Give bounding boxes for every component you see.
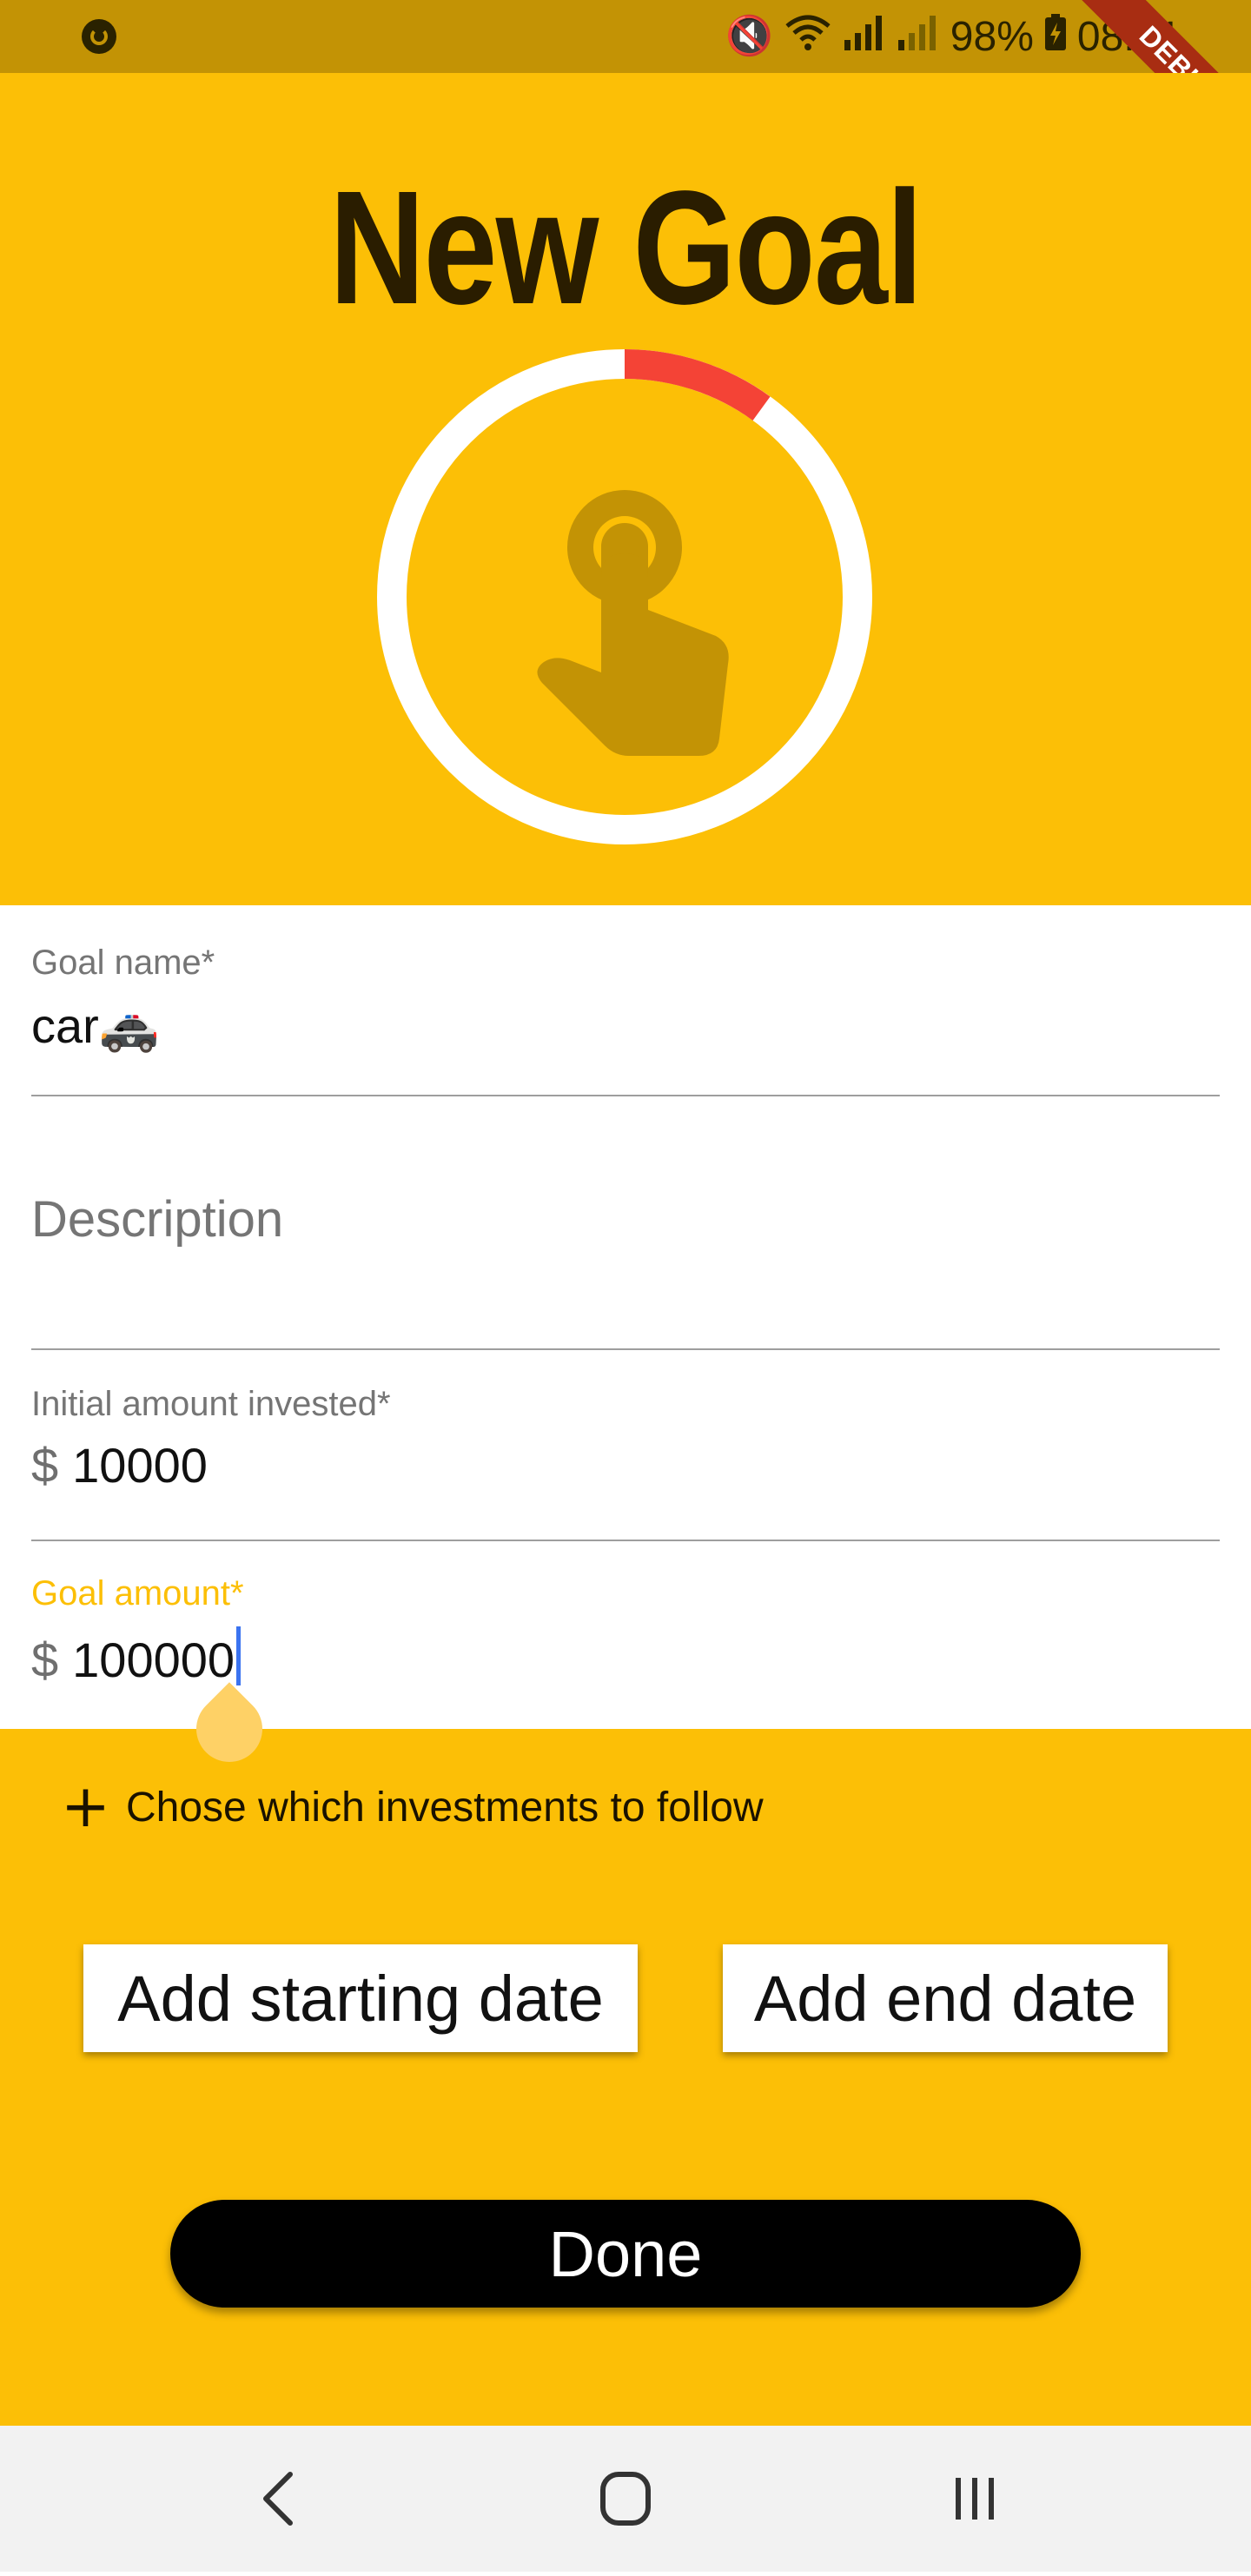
done-button[interactable]: Done (170, 2200, 1081, 2308)
progress-ring (377, 349, 872, 844)
back-chevron-icon[interactable] (207, 2426, 346, 2572)
add-investments-label: Chose which investments to follow (125, 1784, 764, 1831)
add-investments-button[interactable]: + Chose which investments to follow (61, 1778, 764, 1837)
goal-amount-value: 100000 (72, 1632, 235, 1687)
goal-name-label: Goal name* (31, 944, 215, 982)
mute-icon: 🔇 (725, 15, 773, 57)
battery-charging-icon (1044, 14, 1067, 59)
battery-percent: 98% (950, 13, 1034, 60)
goal-name-input[interactable]: car🚓 (31, 997, 160, 1055)
goal-header: New Goal (0, 73, 1251, 905)
initial-amount-value: 10000 (72, 1438, 208, 1493)
initial-amount-input[interactable]: $10000 (31, 1437, 208, 1493)
touch-icon (537, 490, 729, 756)
plus-icon: + (61, 1772, 110, 1841)
sync-icon (82, 19, 116, 54)
initial-amount-label: Initial amount invested* (31, 1385, 391, 1423)
currency-prefix: $ (31, 1438, 59, 1493)
recents-icon[interactable] (905, 2426, 1044, 2572)
goal-amount-input[interactable]: $100000 (31, 1626, 242, 1688)
system-nav-bar (0, 2426, 1251, 2572)
signal-weak-icon (897, 14, 940, 59)
icon-picker[interactable] (377, 349, 872, 844)
home-circle-icon[interactable] (556, 2426, 695, 2572)
currency-prefix: $ (31, 1632, 59, 1687)
goal-name-field[interactable]: Goal name* car🚓 (0, 905, 1251, 1096)
add-start-date-button[interactable]: Add starting date (83, 1944, 638, 2052)
goal-amount-field[interactable]: Goal amount* $100000 (0, 1541, 1251, 1731)
add-end-date-button[interactable]: Add end date (723, 1944, 1168, 2052)
initial-amount-field[interactable]: Initial amount invested* $10000 (0, 1350, 1251, 1541)
signal-icon (843, 14, 886, 59)
wifi-icon (784, 14, 832, 59)
description-input[interactable]: Description (31, 1190, 283, 1248)
text-cursor (236, 1626, 242, 1685)
actions-section: + Chose which investments to follow Add … (0, 1729, 1251, 2426)
page-title: New Goal (329, 158, 923, 338)
goal-amount-label: Goal amount* (31, 1574, 244, 1612)
description-field[interactable]: Description (0, 1096, 1251, 1350)
status-bar: 🔇 98% 08:21 DEBUG (0, 0, 1251, 176)
